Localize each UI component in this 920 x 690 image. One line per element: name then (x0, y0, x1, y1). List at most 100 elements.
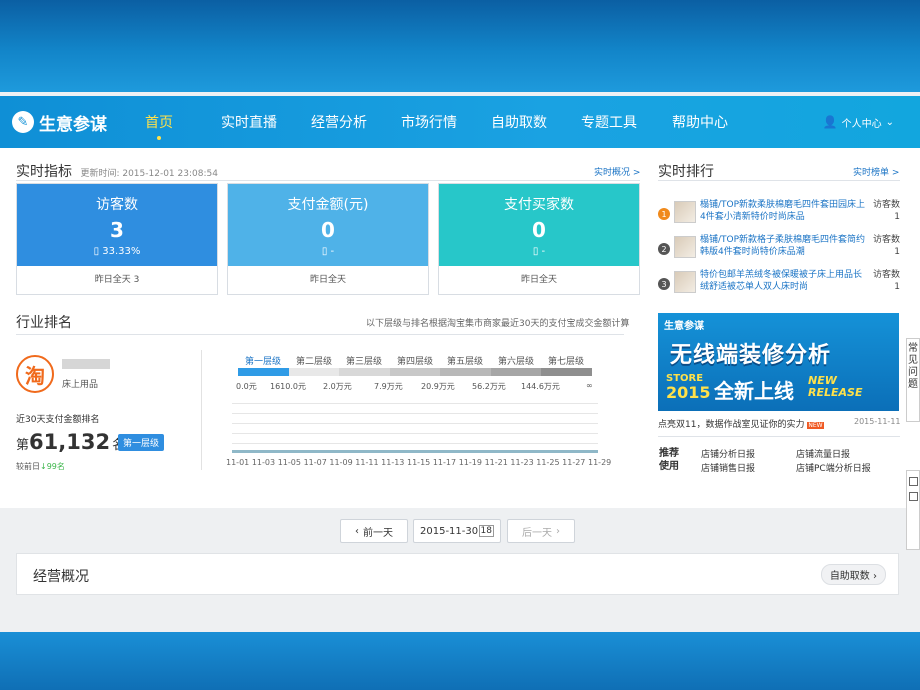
kpi-card-top: 支付买家数 0 ▯ - (439, 184, 639, 266)
product-title[interactable]: 榻铺/TOP新款格子柔肤棉磨毛四件套简约韩版4件套时尚特价床品潮 (700, 234, 870, 270)
date-value: 2015-11-30 (420, 525, 479, 537)
tier-badge: 第一层级 (118, 434, 165, 451)
update-time: 更新时间: 2015-12-01 23:08:54 (80, 169, 218, 179)
realtime-title-text: 实时指标 (16, 164, 72, 180)
metric-value: 1 (894, 247, 900, 257)
chevron-right-icon: › (556, 525, 560, 537)
kpi-card-top: 访客数 3 ▯ 33.33% (17, 184, 217, 266)
rank-compare: 较前日↓99名 (16, 461, 65, 472)
nav-item-home[interactable]: 首页 (145, 112, 173, 140)
logo[interactable]: ✎ 生意参谋 (12, 110, 132, 135)
tier-tab[interactable]: 第五层级 (440, 354, 490, 367)
product-title[interactable]: 特价包邮羊羔绒冬被保暖被子床上用品长绒舒适被芯单人双人床时尚 (700, 269, 870, 305)
x-axis-label: 11-25 (536, 458, 560, 467)
ranking-item[interactable]: 1 榻铺/TOP新款柔肤棉磨毛四件套田园床上4件套小清新特价时尚床品 访客数 1 (658, 199, 903, 235)
product-title[interactable]: 榻铺/TOP新款柔肤棉磨毛四件套田园床上4件套小清新特价时尚床品 (700, 199, 870, 235)
realtime-overview-link[interactable]: 实时概况 > (594, 165, 640, 178)
x-axis-label: 11-01 (226, 458, 250, 467)
prev-day-button[interactable]: ‹ 前一天 (340, 519, 408, 543)
kpi-card-buyers[interactable]: 支付买家数 0 ▯ - 昨日全天 (438, 183, 640, 295)
kpi-sub: - (541, 246, 546, 257)
kpi-foot: 昨日全天 3 (94, 275, 140, 285)
tier-value: 56.2万元 (472, 382, 506, 391)
report-link[interactable]: 店铺销售日报 (701, 461, 755, 474)
tier-tab[interactable]: 第六层级 (491, 354, 541, 367)
report-link[interactable]: 店铺流量日报 (796, 447, 850, 460)
recommend-label-2: 使用 (659, 461, 679, 472)
banner-subheadline: 全新上线 (714, 379, 794, 403)
report-link[interactable]: 店铺PC端分析日报 (796, 461, 871, 474)
rank-display: 第 61,132 名 (16, 430, 125, 454)
tier-value: 1610.0元 (270, 382, 306, 391)
business-overview-panel: 经营概况 自助取数 › (16, 553, 899, 595)
kpi-label: 访客数 (96, 197, 138, 213)
business-title: 经营概况 (33, 569, 89, 585)
qrcode-icon (909, 477, 918, 486)
notice-text: 点亮双11，数据作战室见证你的实力 (658, 420, 805, 430)
tier-value: ∞ (586, 381, 593, 390)
chevron-down-icon: ⌄ (885, 116, 894, 128)
tier-gradient-bar (238, 368, 593, 376)
industry-title: 行业排名 (16, 315, 72, 331)
tier-tab[interactable]: 第四层级 (390, 354, 440, 367)
feedback-icon (909, 492, 918, 501)
self-fetch-button[interactable]: 自助取数 › (820, 564, 886, 585)
shop-category: 床上用品 (62, 380, 99, 390)
tier-tab[interactable]: 第一层级 (238, 354, 288, 367)
divider (16, 180, 640, 181)
ranking-item[interactable]: 2 榻铺/TOP新款格子柔肤棉磨毛四件套简约韩版4件套时尚特价床品潮 访客数 1 (658, 234, 903, 270)
tier-tab[interactable]: 第七层级 (541, 354, 591, 367)
promo-banner[interactable]: 生意参谋 无线端装修分析 STORE 2015 全新上线 NEW RELEASE (658, 313, 899, 411)
realtime-title: 实时指标 更新时间: 2015-12-01 23:08:54 (16, 161, 218, 181)
taobao-shop-icon: 淘 (16, 355, 54, 393)
user-menu[interactable]: 👤 个人中心 ⌄ (823, 115, 894, 130)
x-axis-label: 11-21 (484, 458, 508, 467)
x-axis-label: 11-11 (355, 458, 379, 467)
tier-tab[interactable]: 第三层级 (339, 354, 389, 367)
x-axis-label: 11-05 (277, 458, 301, 467)
next-day-button[interactable]: 后一天 › (507, 519, 575, 543)
logo-icon: ✎ (12, 111, 34, 133)
chevron-left-icon: ‹ (355, 525, 359, 537)
ranking-item[interactable]: 3 特价包邮羊羔绒冬被保暖被子床上用品长绒舒适被芯单人双人床时尚 访客数 1 (658, 269, 903, 305)
report-link[interactable]: 店铺分析日报 (701, 447, 755, 460)
kpi-card-visitors[interactable]: 访客数 3 ▯ 33.33% 昨日全天 3 (16, 183, 218, 295)
user-label: 个人中心 (841, 118, 882, 130)
tier-value: 7.9万元 (374, 382, 403, 391)
metric-value: 1 (894, 282, 900, 292)
faq-floating-button[interactable]: 常见问题 (906, 338, 920, 422)
mobile-icon: ▯ (321, 246, 328, 257)
x-axis-label: 11-13 (381, 458, 405, 467)
ranking-link[interactable]: 实时榜单 > (853, 165, 899, 178)
trend-line (232, 450, 598, 453)
rank-value: 61,132 (29, 430, 111, 454)
notice-link[interactable]: 点亮双11，数据作战室见证你的实力 NEW (658, 417, 824, 430)
kpi-sub: - (330, 246, 335, 257)
kpi-card-payment[interactable]: 支付金额(元) 0 ▯ - 昨日全天 (227, 183, 429, 295)
side-tools[interactable] (906, 470, 920, 550)
x-axis-label: 11-23 (510, 458, 534, 467)
kpi-foot: 昨日全天 (309, 275, 346, 285)
x-axis-label: 11-03 (251, 458, 276, 467)
nav-item-market[interactable]: 市场行情 (401, 112, 457, 132)
product-thumbnail (674, 236, 696, 258)
x-axis-label: 11-27 (562, 458, 586, 467)
nav-item-help[interactable]: 帮助中心 (672, 112, 728, 132)
kpi-value: 0 (321, 218, 335, 242)
nav-item-self-fetch[interactable]: 自助取数 (491, 112, 547, 132)
compare-value: 99名 (46, 462, 65, 471)
banner-tag: NEW RELEASE (808, 374, 863, 399)
tier-tab[interactable]: 第二层级 (289, 354, 339, 367)
divider (658, 436, 900, 437)
faq-text: 常见问题 (908, 343, 918, 390)
mobile-icon: ▯ (93, 246, 100, 257)
grid-line (232, 423, 598, 424)
nav-item-live[interactable]: 实时直播 (221, 112, 277, 132)
kpi-card-top: 支付金额(元) 0 ▯ - (228, 184, 428, 266)
banner-year: 2015 (666, 383, 711, 402)
date-picker[interactable]: 2015-11-30 18 (413, 519, 501, 543)
kpi-value: 0 (532, 218, 546, 242)
nav-item-tools[interactable]: 专题工具 (581, 112, 637, 132)
nav-item-business-analysis[interactable]: 经营分析 (311, 112, 367, 132)
grid-line (232, 403, 598, 404)
